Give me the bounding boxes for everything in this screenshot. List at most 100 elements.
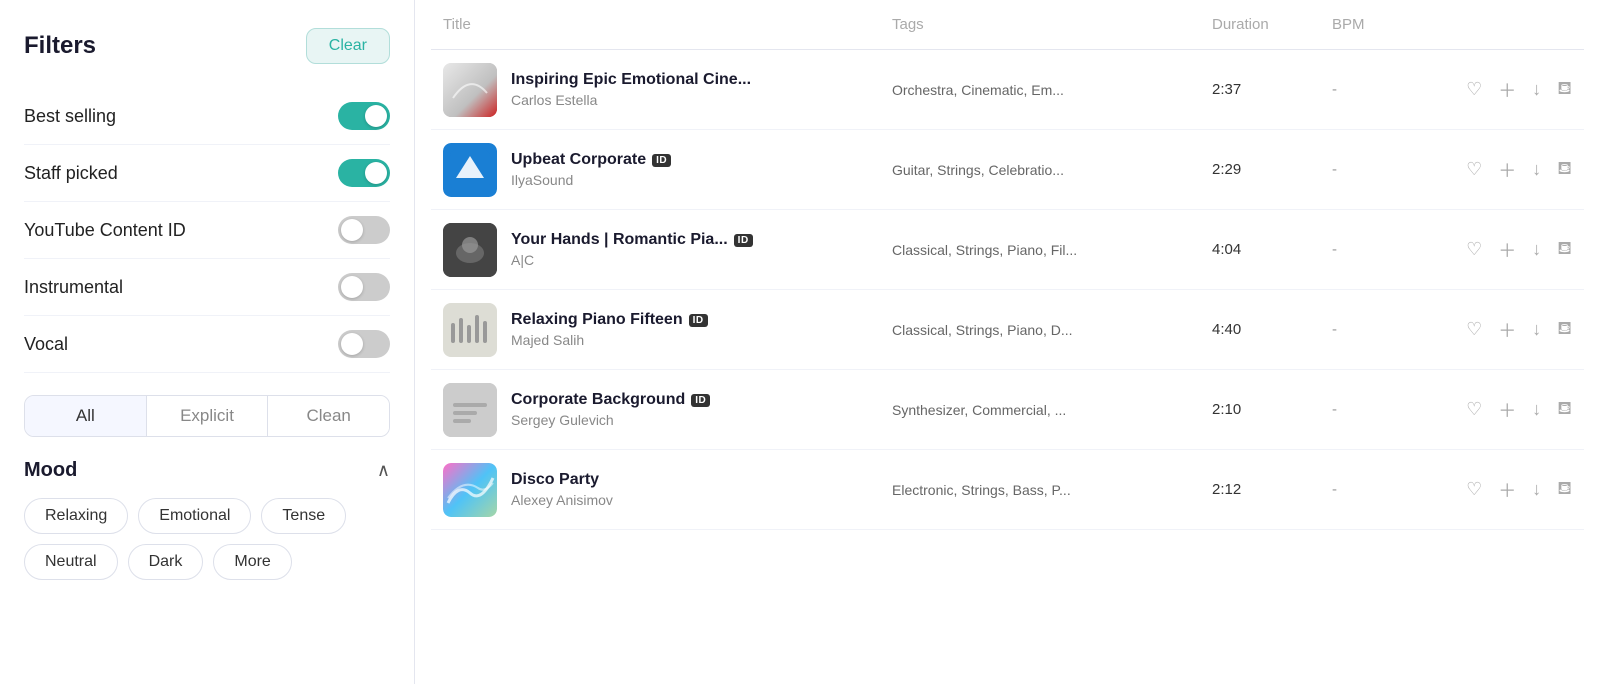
track-title-inspiring[interactable]: Inspiring Epic Emotional Cine...: [511, 71, 751, 89]
download-button-romantic[interactable]: ↓: [1532, 239, 1541, 260]
cart-button-inspiring[interactable]: ⛾: [1557, 78, 1572, 102]
track-title-relaxing[interactable]: Relaxing Piano Fifteen ID: [511, 311, 708, 329]
add-button-inspiring[interactable]: ＋: [1498, 77, 1516, 103]
download-button-upbeat[interactable]: ↓: [1532, 159, 1541, 180]
add-button-corporate[interactable]: ＋: [1498, 397, 1516, 423]
track-title-romantic[interactable]: Your Hands | Romantic Pia... ID: [511, 231, 753, 249]
track-bpm-inspiring: -: [1332, 81, 1412, 98]
content-btn-all[interactable]: All: [25, 396, 147, 436]
track-duration-disco: 2:12: [1212, 481, 1332, 498]
track-artist-disco: Alexey Anisimov: [511, 492, 613, 508]
col-header-title: Title: [443, 16, 892, 33]
filters-header: Filters Clear: [24, 28, 390, 64]
track-title-corporate[interactable]: Corporate Background ID: [511, 391, 710, 409]
content-btn-explicit[interactable]: Explicit: [147, 396, 269, 436]
cart-button-romantic[interactable]: ⛾: [1557, 238, 1572, 262]
download-button-disco[interactable]: ↓: [1532, 479, 1541, 500]
track-thumbnail-corporate[interactable]: [443, 383, 497, 437]
like-button-corporate[interactable]: ♡: [1466, 399, 1482, 420]
download-button-corporate[interactable]: ↓: [1532, 399, 1541, 420]
filter-label-best-selling: Best selling: [24, 106, 116, 127]
track-title-upbeat[interactable]: Upbeat Corporate ID: [511, 151, 671, 169]
content-type-group: All Explicit Clean: [24, 395, 390, 437]
track-bpm-disco: -: [1332, 481, 1412, 498]
track-actions-romantic: ♡ ＋ ↓ ⛾: [1412, 237, 1572, 263]
filter-label-vocal: Vocal: [24, 334, 68, 355]
id-badge-relaxing: ID: [689, 314, 708, 327]
track-text-relaxing: Relaxing Piano Fifteen ID Majed Salih: [511, 311, 708, 348]
add-button-upbeat[interactable]: ＋: [1498, 157, 1516, 183]
cart-button-corporate[interactable]: ⛾: [1557, 398, 1572, 422]
track-thumbnail-relaxing[interactable]: [443, 303, 497, 357]
download-button-inspiring[interactable]: ↓: [1532, 79, 1541, 100]
like-button-relaxing[interactable]: ♡: [1466, 319, 1482, 340]
like-button-upbeat[interactable]: ♡: [1466, 159, 1482, 180]
filter-label-youtube: YouTube Content ID: [24, 220, 186, 241]
mood-tag-emotional[interactable]: Emotional: [138, 498, 251, 534]
table-row: Relaxing Piano Fifteen ID Majed Salih Cl…: [431, 290, 1584, 370]
track-thumbnail-disco[interactable]: [443, 463, 497, 517]
like-button-romantic[interactable]: ♡: [1466, 239, 1482, 260]
track-thumbnail-inspiring[interactable]: [443, 63, 497, 117]
mood-tag-neutral[interactable]: Neutral: [24, 544, 118, 580]
cart-button-upbeat[interactable]: ⛾: [1557, 158, 1572, 182]
track-duration-inspiring: 2:37: [1212, 81, 1332, 98]
id-badge-upbeat: ID: [652, 154, 671, 167]
filter-row-vocal: Vocal: [24, 316, 390, 373]
add-button-relaxing[interactable]: ＋: [1498, 317, 1516, 343]
track-tags-upbeat: Guitar, Strings, Celebratio...: [892, 162, 1212, 178]
table-row: Inspiring Epic Emotional Cine... Carlos …: [431, 50, 1584, 130]
toggle-instrumental[interactable]: [338, 273, 390, 301]
mood-tag-tense[interactable]: Tense: [261, 498, 346, 534]
track-bpm-romantic: -: [1332, 241, 1412, 258]
filter-label-staff-picked: Staff picked: [24, 163, 118, 184]
filter-label-instrumental: Instrumental: [24, 277, 123, 298]
add-button-romantic[interactable]: ＋: [1498, 237, 1516, 263]
track-bpm-upbeat: -: [1332, 161, 1412, 178]
table-row: Your Hands | Romantic Pia... ID A|C Clas…: [431, 210, 1584, 290]
like-button-inspiring[interactable]: ♡: [1466, 79, 1482, 100]
track-info-disco: Disco Party Alexey Anisimov: [443, 463, 892, 517]
download-button-relaxing[interactable]: ↓: [1532, 319, 1541, 340]
track-tags-disco: Electronic, Strings, Bass, P...: [892, 482, 1212, 498]
toggle-staff-picked[interactable]: [338, 159, 390, 187]
cart-button-relaxing[interactable]: ⛾: [1557, 318, 1572, 342]
toggle-vocal[interactable]: [338, 330, 390, 358]
track-artist-romantic: A|C: [511, 252, 753, 268]
track-text-disco: Disco Party Alexey Anisimov: [511, 471, 613, 508]
track-bpm-corporate: -: [1332, 401, 1412, 418]
track-info-upbeat: Upbeat Corporate ID IlyaSound: [443, 143, 892, 197]
track-thumbnail-romantic[interactable]: [443, 223, 497, 277]
track-text-inspiring: Inspiring Epic Emotional Cine... Carlos …: [511, 71, 751, 108]
mood-tag-dark[interactable]: Dark: [128, 544, 204, 580]
mood-tag-more[interactable]: More: [213, 544, 291, 580]
col-header-actions: [1412, 16, 1572, 33]
toggle-best-selling[interactable]: [338, 102, 390, 130]
add-button-disco[interactable]: ＋: [1498, 477, 1516, 503]
clear-button[interactable]: Clear: [306, 28, 390, 64]
content-btn-clean[interactable]: Clean: [268, 396, 389, 436]
track-bpm-relaxing: -: [1332, 321, 1412, 338]
mood-chevron-icon[interactable]: ∧: [377, 460, 390, 481]
track-text-romantic: Your Hands | Romantic Pia... ID A|C: [511, 231, 753, 268]
track-title-disco[interactable]: Disco Party: [511, 471, 613, 489]
cart-button-disco[interactable]: ⛾: [1557, 478, 1572, 502]
track-duration-relaxing: 4:40: [1212, 321, 1332, 338]
track-text-upbeat: Upbeat Corporate ID IlyaSound: [511, 151, 671, 188]
track-info-romantic: Your Hands | Romantic Pia... ID A|C: [443, 223, 892, 277]
track-thumbnail-upbeat[interactable]: [443, 143, 497, 197]
track-actions-disco: ♡ ＋ ↓ ⛾: [1412, 477, 1572, 503]
track-actions-corporate: ♡ ＋ ↓ ⛾: [1412, 397, 1572, 423]
filters-title: Filters: [24, 32, 96, 60]
table-row: Upbeat Corporate ID IlyaSound Guitar, St…: [431, 130, 1584, 210]
filter-list: Best selling Staff picked YouTube Conten…: [24, 88, 390, 373]
mood-title: Mood: [24, 459, 77, 482]
filter-row-staff-picked: Staff picked: [24, 145, 390, 202]
main-content: Title Tags Duration BPM Inspiring Epic E…: [415, 0, 1600, 684]
track-actions-inspiring: ♡ ＋ ↓ ⛾: [1412, 77, 1572, 103]
track-info-corporate: Corporate Background ID Sergey Gulevich: [443, 383, 892, 437]
mood-tag-relaxing[interactable]: Relaxing: [24, 498, 128, 534]
like-button-disco[interactable]: ♡: [1466, 479, 1482, 500]
track-actions-relaxing: ♡ ＋ ↓ ⛾: [1412, 317, 1572, 343]
toggle-youtube[interactable]: [338, 216, 390, 244]
